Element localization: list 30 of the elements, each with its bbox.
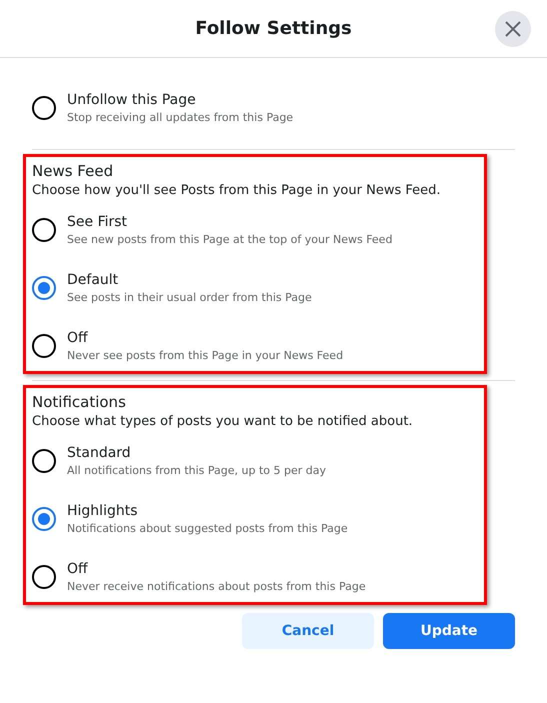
option-label: Highlights [67,502,138,520]
radio-button[interactable] [32,449,56,473]
option-label: Off [67,560,89,578]
radio-button[interactable] [32,507,56,531]
section-heading: News Feed [32,161,114,181]
option-description: See posts in their usual order from this Page [67,290,312,305]
option-description: Never see posts from this Page in your News Feed [67,348,344,363]
option-description: Stop receiving all updates from this Page [67,110,294,125]
close-icon [505,21,521,37]
radio-button[interactable] [32,218,56,242]
radio-button[interactable] [32,96,56,120]
radio-button[interactable] [32,565,56,589]
option-description: All notifications from this Page, up to 5 per day [67,463,326,478]
option-label: Off [67,329,89,347]
option-label: See First [67,213,128,231]
option-label: Unfollow this Page [67,91,197,109]
cancel-button[interactable]: Cancel [242,613,374,649]
option-description: Notifications about suggested posts from this Page [67,521,348,536]
option-label: Default [67,271,120,289]
radio-button[interactable] [32,276,56,300]
option-description: See new posts from this Page at the top of your News Feed [67,232,392,247]
section-heading: Notifications [32,392,127,412]
section-description: Choose how you'll see Posts from this Page in your News Feed. [32,182,442,200]
close-button[interactable] [495,11,531,47]
option-description: Never receive notifications about posts from this Page [67,579,366,594]
radio-button[interactable] [32,334,56,358]
update-button[interactable]: Update [383,613,515,649]
dialog-title: Follow Settings [195,17,352,41]
option-label: Standard [67,444,132,462]
section-description: Choose what types of posts you want to be notified about. [32,413,414,431]
